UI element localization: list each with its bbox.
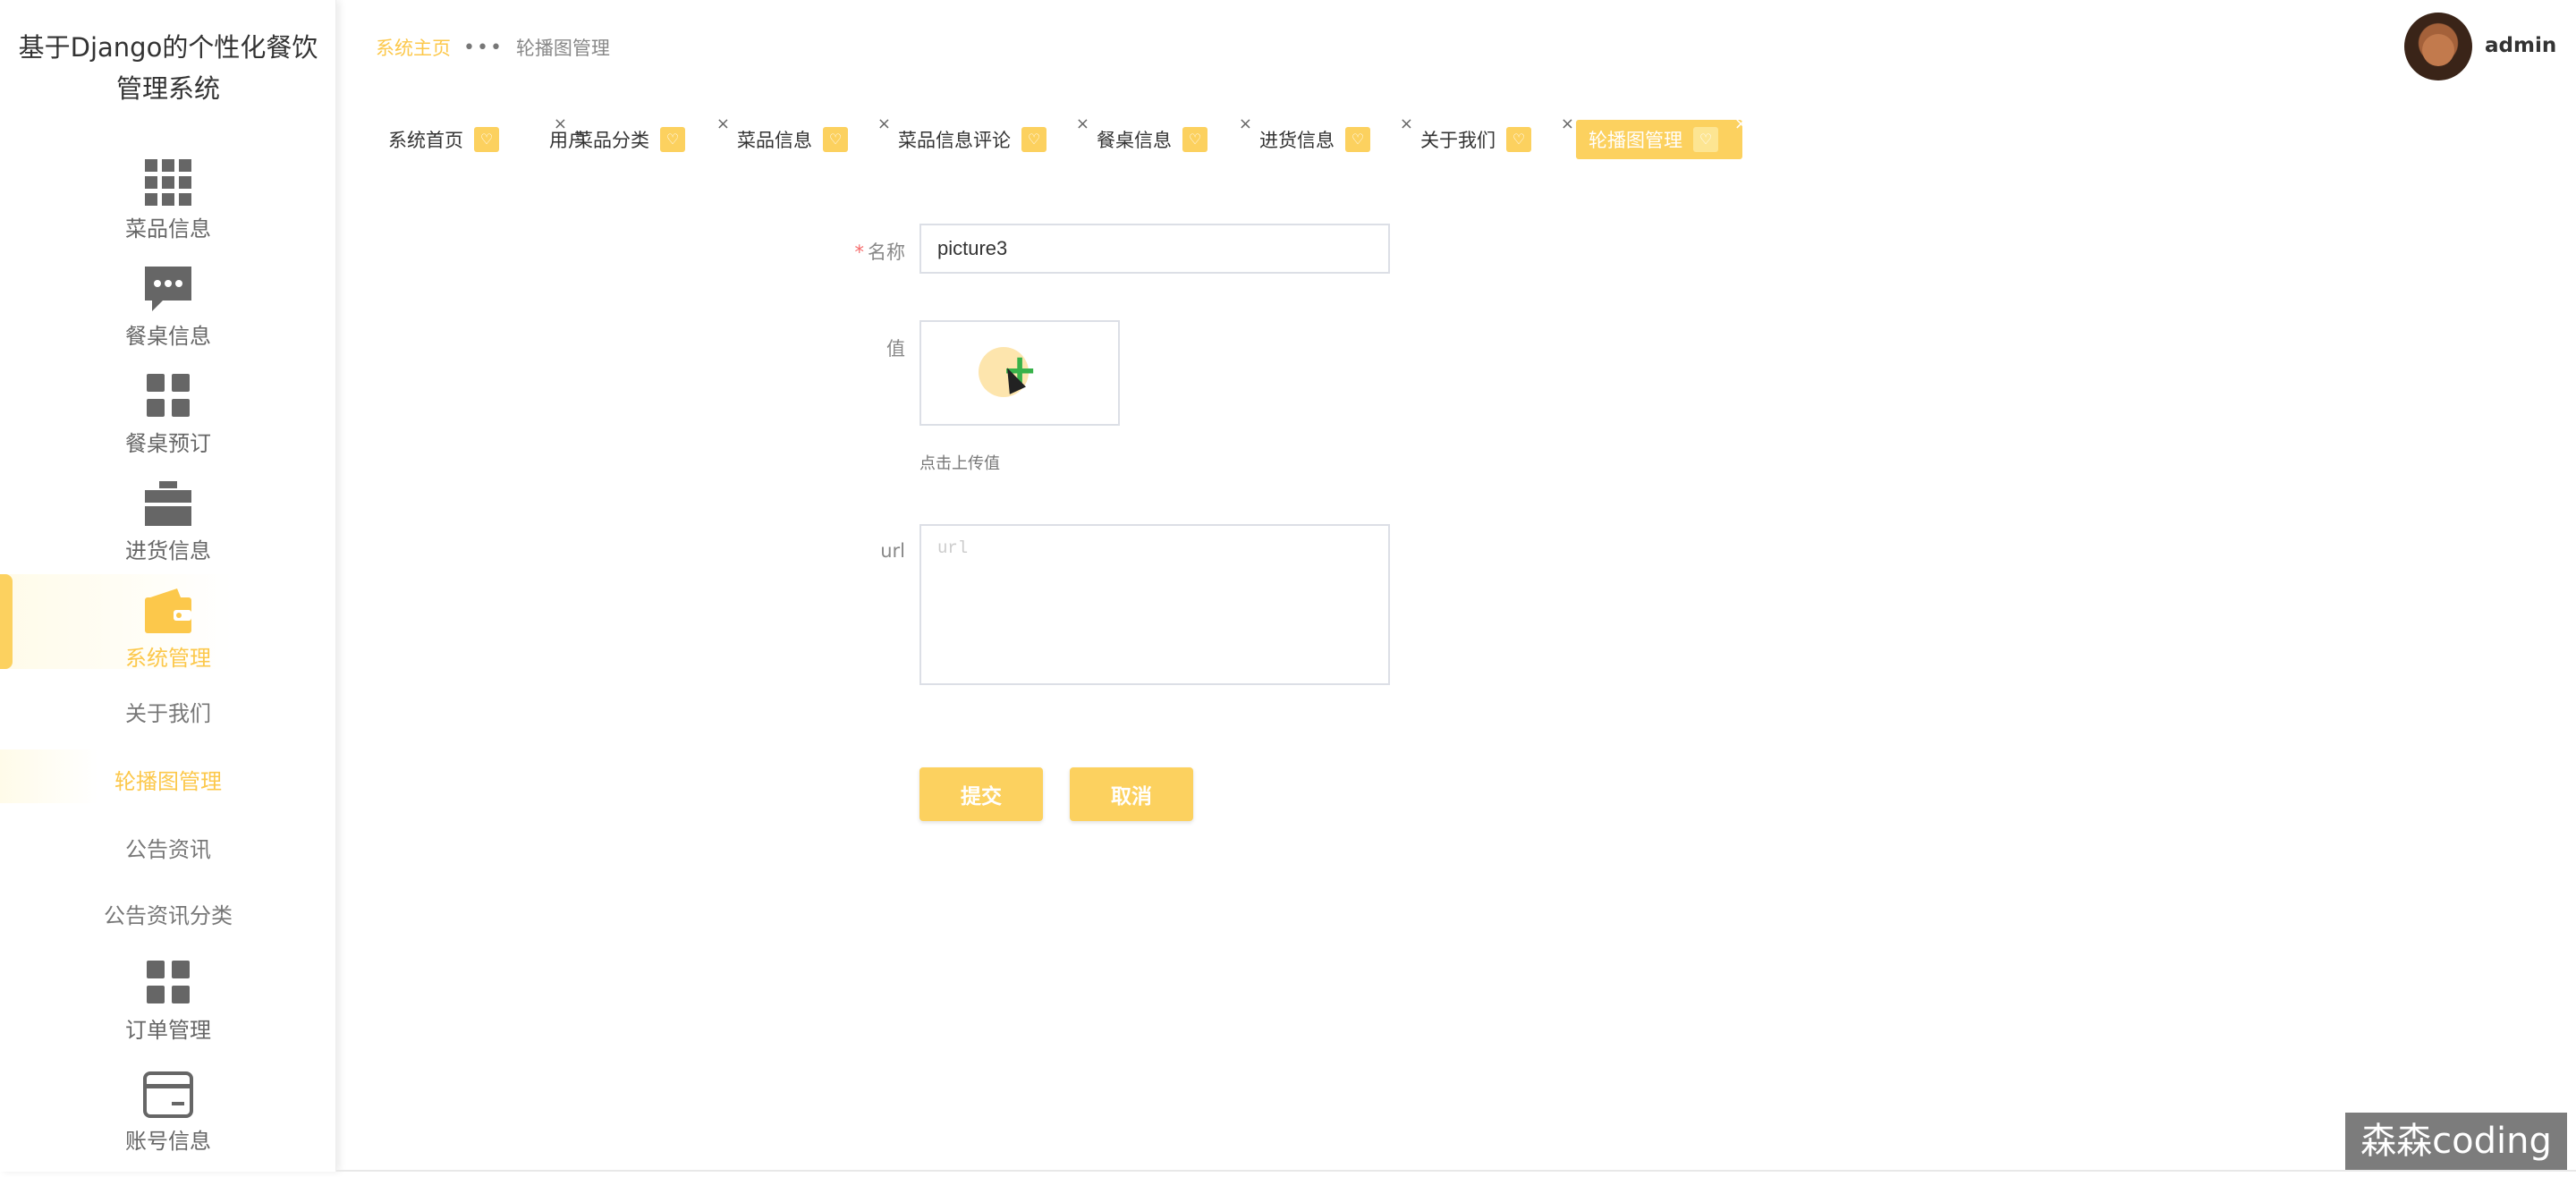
tab-dish-info[interactable]: 菜品信息 × [724, 114, 891, 159]
sidebar-item-label: 订单管理 [125, 1018, 211, 1043]
heart-icon [1182, 127, 1208, 152]
avatar[interactable] [2404, 13, 2472, 80]
app-title: 基于Django的个性化餐饮 管理系统 [0, 27, 336, 109]
sidebar-item-label: 账号信息 [125, 1129, 211, 1154]
submit-button[interactable]: 提交 [919, 767, 1043, 821]
sidebar: 基于Django的个性化餐饮 管理系统 菜品信息 餐桌信息 餐桌预订 进货信息 … [0, 0, 336, 1172]
url-field[interactable] [919, 524, 1390, 685]
tab-bar: 系统首页 用户 × 菜品分类 × 菜品信息 × 菜品信息评论 × 餐桌信息 × … [376, 114, 1748, 159]
sidebar-item-label: 系统管理 [125, 646, 211, 671]
sidebar-item-dishes[interactable]: 菜品信息 [0, 156, 336, 242]
tab-label: 餐桌信息 [1097, 130, 1172, 151]
tab-dish-comments[interactable]: 菜品信息评论 × [886, 114, 1089, 159]
tab-about-us[interactable]: 关于我们 × [1408, 114, 1574, 159]
url-label: url [880, 540, 905, 562]
chat-icon [145, 267, 191, 311]
card-icon [143, 1071, 193, 1118]
tab-label: 菜品信息 [737, 130, 812, 151]
breadcrumb: 系统主页 ••• 轮播图管理 [376, 34, 610, 61]
sidebar-item-label: 餐桌信息 [125, 324, 211, 349]
sidebar-item-tables[interactable]: 餐桌信息 [0, 263, 336, 350]
sidebar-item-account[interactable]: 账号信息 [0, 1068, 336, 1155]
sidebar-item-reservations[interactable]: 餐桌预订 [0, 370, 336, 457]
sidebar-item-label: 进货信息 [125, 538, 211, 563]
close-icon[interactable]: × [1734, 114, 1748, 133]
sidebar-subitem-news-category[interactable]: 公告资讯分类 [0, 898, 336, 929]
name-label-text: 名称 [868, 241, 905, 263]
sidebar-subitem-about[interactable]: 关于我们 [0, 696, 336, 727]
tab-label: 轮播图管理 [1589, 130, 1682, 151]
close-icon[interactable]: × [1561, 114, 1574, 133]
app-title-line2: 管理系统 [115, 73, 220, 104]
watermark: 森森coding [2345, 1113, 2567, 1170]
tab-carousel-management[interactable]: 轮播图管理 × [1576, 114, 1748, 159]
tab-users[interactable]: 用户 × [376, 114, 648, 159]
heart-icon [660, 127, 685, 152]
heart-icon [823, 127, 848, 152]
sidebar-subitem-news[interactable]: 公告资讯 [0, 832, 336, 863]
bottom-divider [336, 1170, 2576, 1172]
avatar-face [2422, 34, 2454, 66]
image-uploader[interactable]: + [919, 320, 1120, 426]
required-marker: * [854, 241, 865, 263]
sidebar-subitem-carousel[interactable]: 轮播图管理 [0, 764, 336, 795]
sidebar-item-purchases[interactable]: 进货信息 [0, 478, 336, 564]
tiles-icon [147, 374, 190, 417]
tab-label: 菜品分类 [574, 130, 649, 151]
briefcase-icon [145, 481, 191, 526]
heart-icon [1693, 127, 1718, 152]
sidebar-item-label: 菜品信息 [125, 216, 211, 241]
tab-dish-category[interactable]: 菜品分类 × [562, 114, 730, 159]
tab-table-info[interactable]: 餐桌信息 × [1084, 114, 1252, 159]
breadcrumb-home[interactable]: 系统主页 [376, 34, 451, 61]
sidebar-item-orders[interactable]: 订单管理 [0, 957, 336, 1044]
sidebar-item-label: 餐桌预订 [125, 431, 211, 456]
app-title-line1: 基于Django的个性化餐饮 [18, 32, 318, 63]
grid-icon [145, 159, 191, 206]
breadcrumb-current: 轮播图管理 [515, 38, 610, 59]
breadcrumb-separator: ••• [463, 36, 504, 59]
name-label: * 名称 [726, 238, 906, 265]
cancel-button[interactable]: 取消 [1070, 767, 1193, 821]
tab-purchase-info[interactable]: 进货信息 × [1247, 114, 1413, 159]
heart-icon [1021, 127, 1046, 152]
heart-icon [1506, 127, 1531, 152]
tiles-icon [147, 961, 190, 1003]
username[interactable]: admin [2485, 34, 2556, 57]
wallet-icon [145, 588, 191, 633]
tab-label: 关于我们 [1420, 130, 1496, 151]
upload-hint: 点击上传值 [919, 454, 1000, 473]
tab-label: 菜品信息评论 [898, 130, 1011, 151]
value-label: 值 [886, 338, 905, 360]
tab-label: 进货信息 [1259, 130, 1335, 151]
name-field[interactable] [919, 224, 1390, 274]
heart-icon [1345, 127, 1370, 152]
sidebar-item-system[interactable]: 系统管理 [0, 585, 336, 672]
